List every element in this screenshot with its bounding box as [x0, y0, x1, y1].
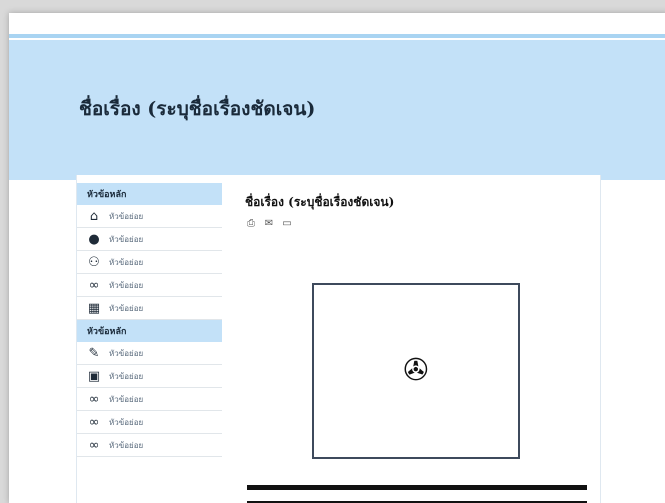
- sidebar-item[interactable]: ● หัวข้อย่อย: [77, 228, 222, 251]
- users-icon: ⚇: [88, 254, 100, 270]
- sidebar-item[interactable]: ▦ หัวข้อย่อย: [77, 297, 222, 320]
- link-icon: ∞: [88, 414, 100, 430]
- sidebar-item[interactable]: ∞ หัวข้อย่อย: [77, 274, 222, 297]
- chat-icon: ●: [88, 231, 100, 247]
- print-icon[interactable]: ⎙: [245, 217, 257, 229]
- article-title: ชื่อเรื่อง (ระบุชื่อเรื่องชัดเจน): [245, 195, 395, 209]
- site-title: ชื่อเรื่อง (ระบุชื่อเรื่องชัดเจน): [79, 98, 316, 120]
- sidebar-item[interactable]: ∞ หัวข้อย่อย: [77, 411, 222, 434]
- article-tools: ⎙ ✉ ▭: [245, 217, 595, 229]
- sidebar-item-label: หัวข้อย่อย: [109, 417, 144, 427]
- main-content: ชื่อเรื่อง (ระบุชื่อเรื่องชัดเจน) ⎙ ✉ ▭ ✇: [245, 183, 595, 503]
- image-icon: ▣: [87, 368, 101, 384]
- link-icon: ∞: [88, 391, 100, 407]
- sidebar-group-header: หัวข้อหลัก: [77, 183, 222, 205]
- pdf-icon[interactable]: ▭: [281, 217, 293, 229]
- sidebar-item-label: หัวข้อย่อย: [109, 440, 144, 450]
- content-area: หัวข้อหลัก ⌂ หัวข้อย่อย ● หัวข้อย่อย ⚇ หัวข้อย…: [76, 175, 601, 503]
- sidebar-item-label: หัวข้อย่อย: [109, 303, 144, 313]
- sidebar-item[interactable]: ✎ หัวข้อย่อย: [77, 342, 222, 365]
- link-icon: ∞: [88, 277, 100, 293]
- calendar-icon: ▦: [87, 300, 101, 316]
- sidebar-item-label: หัวข้อย่อย: [109, 234, 144, 244]
- sidebar-item-label: หัวข้อย่อย: [109, 280, 144, 290]
- sidebar-group-header: หัวข้อหลัก: [77, 320, 222, 342]
- film-reel-icon: ✇: [403, 353, 429, 388]
- media-placeholder[interactable]: ✇: [312, 283, 520, 459]
- divider-bar: [247, 485, 587, 490]
- sidebar-item[interactable]: ∞ หัวข้อย่อย: [77, 434, 222, 457]
- sidebar-item[interactable]: ∞ หัวข้อย่อย: [77, 388, 222, 411]
- email-icon[interactable]: ✉: [263, 217, 275, 229]
- sidebar-item[interactable]: ⌂ หัวข้อย่อย: [77, 205, 222, 228]
- sidebar-item[interactable]: ▣ หัวข้อย่อย: [77, 365, 222, 388]
- sidebar-item-label: หัวข้อย่อย: [109, 257, 144, 267]
- sidebar-item-label: หัวข้อย่อย: [109, 394, 144, 404]
- sidebar: หัวข้อหลัก ⌂ หัวข้อย่อย ● หัวข้อย่อย ⚇ หัวข้อย…: [77, 183, 222, 457]
- site-header: ชื่อเรื่อง (ระบุชื่อเรื่องชัดเจน): [9, 40, 665, 180]
- link-icon: ∞: [88, 437, 100, 453]
- home-icon: ⌂: [89, 208, 99, 224]
- sidebar-item-label: หัวข้อย่อย: [109, 348, 144, 358]
- sidebar-item-label: หัวข้อย่อย: [109, 211, 144, 221]
- page-frame: ชื่อเรื่อง (ระบุชื่อเรื่องชัดเจน) หัวข้อ…: [9, 13, 665, 503]
- top-accent-line: [9, 34, 665, 38]
- edit-icon: ✎: [88, 345, 100, 361]
- sidebar-item-label: หัวข้อย่อย: [109, 371, 144, 381]
- sidebar-item[interactable]: ⚇ หัวข้อย่อย: [77, 251, 222, 274]
